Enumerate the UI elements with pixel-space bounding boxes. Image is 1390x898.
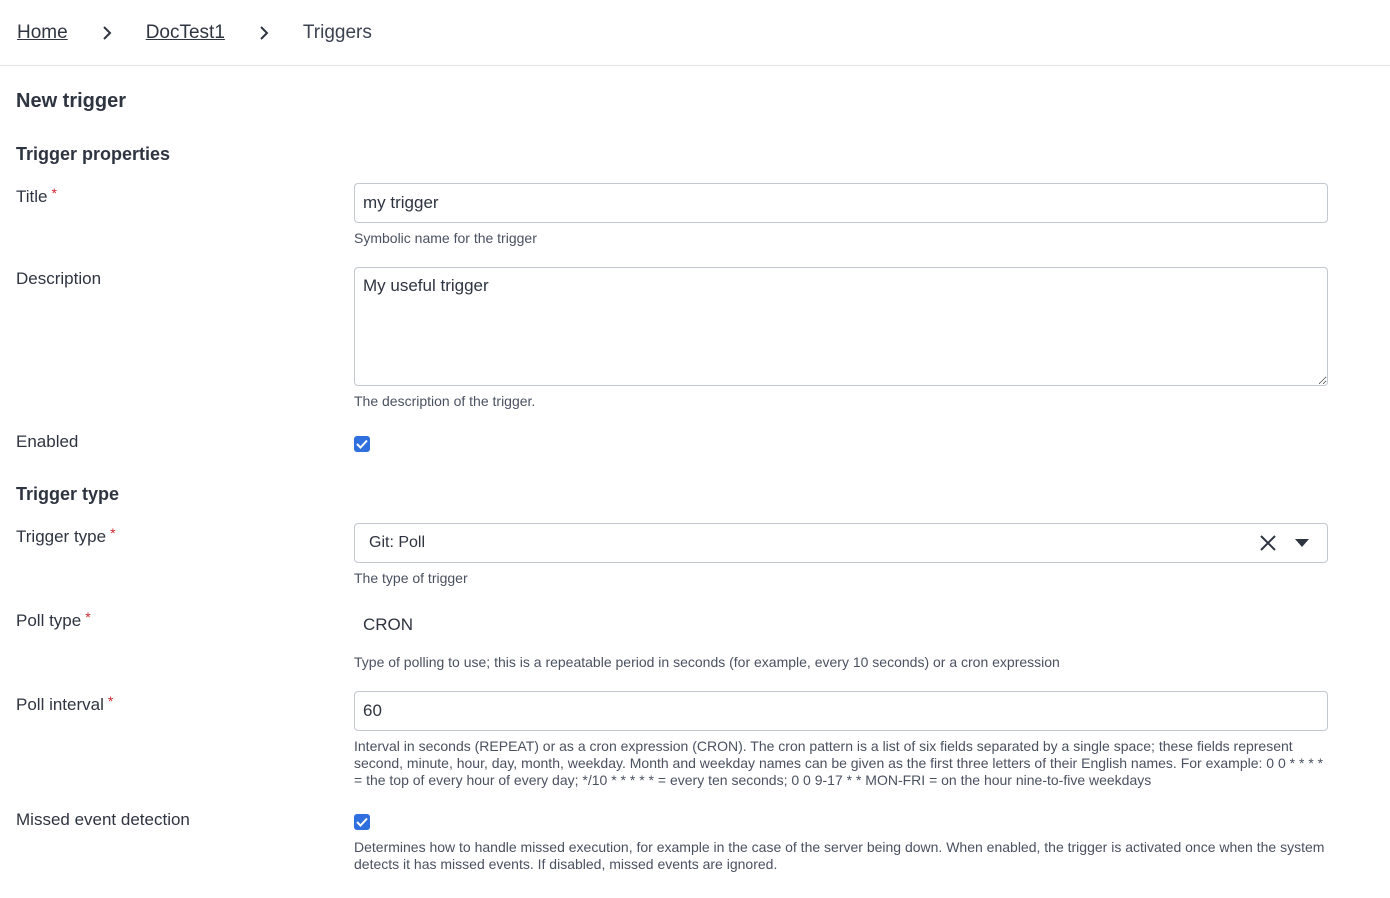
section-title-properties: Trigger properties xyxy=(16,144,171,164)
enabled-checkbox[interactable] xyxy=(354,436,370,452)
title-label-text: Title xyxy=(16,187,48,206)
title-label: Title * xyxy=(16,185,57,207)
close-icon[interactable] xyxy=(1255,530,1281,556)
poll-interval-field-wrapper xyxy=(354,691,1328,731)
enabled-label-text: Enabled xyxy=(16,432,79,451)
description-label-text: Description xyxy=(16,269,102,288)
poll-interval-label-text: Poll interval xyxy=(16,695,104,714)
poll-type-value[interactable]: CRON xyxy=(363,615,413,635)
missed-event-label-text: Missed event detection xyxy=(16,810,190,829)
poll-interval-help: Interval in seconds (REPEAT) or as a cro… xyxy=(354,738,1324,788)
enabled-label: Enabled xyxy=(16,432,78,452)
poll-type-label-text: Poll type xyxy=(16,611,82,630)
section-title-trigger-type: Trigger type xyxy=(16,484,120,504)
description-field-wrapper: My useful trigger xyxy=(354,267,1328,391)
check-icon xyxy=(356,439,368,449)
poll-interval-label: Poll interval * xyxy=(16,693,113,715)
required-marker: * xyxy=(51,185,57,201)
chevron-right-icon xyxy=(102,25,112,40)
title-field-wrapper xyxy=(354,183,1328,223)
title-help: Symbolic name for the trigger xyxy=(354,230,537,246)
poll-type-help: Type of polling to use; this is a repeat… xyxy=(354,654,1060,670)
trigger-type-select[interactable]: Git: Poll xyxy=(354,523,1328,563)
missed-event-label: Missed event detection xyxy=(16,810,190,830)
title-input[interactable] xyxy=(354,183,1328,223)
check-icon xyxy=(356,817,368,827)
breadcrumb-current: Triggers xyxy=(302,21,372,43)
page-title: New trigger xyxy=(16,90,127,112)
breadcrumb: Home DocTest1 Triggers xyxy=(0,0,1390,66)
poll-type-label: Poll type * xyxy=(16,609,91,631)
trigger-type-label-text: Trigger type xyxy=(16,527,107,546)
description-help: The description of the trigger. xyxy=(354,393,536,409)
missed-event-help: Determines how to handle missed executio… xyxy=(354,839,1325,872)
chevron-right-icon xyxy=(259,25,269,40)
poll-interval-input[interactable] xyxy=(354,691,1328,731)
trigger-type-help: The type of trigger xyxy=(354,570,468,586)
description-label: Description xyxy=(16,269,101,289)
trigger-type-selected-value: Git: Poll xyxy=(369,534,426,551)
trigger-type-label: Trigger type * xyxy=(16,525,116,547)
required-marker: * xyxy=(85,609,91,625)
caret-down-icon[interactable] xyxy=(1289,530,1315,556)
required-marker: * xyxy=(110,525,116,541)
breadcrumb-doctest1-link[interactable]: DocTest1 xyxy=(146,22,225,44)
description-textarea[interactable]: My useful trigger xyxy=(354,267,1328,386)
breadcrumb-home-link[interactable]: Home xyxy=(17,22,68,44)
required-marker: * xyxy=(107,693,114,709)
missed-event-checkbox[interactable] xyxy=(354,814,370,830)
